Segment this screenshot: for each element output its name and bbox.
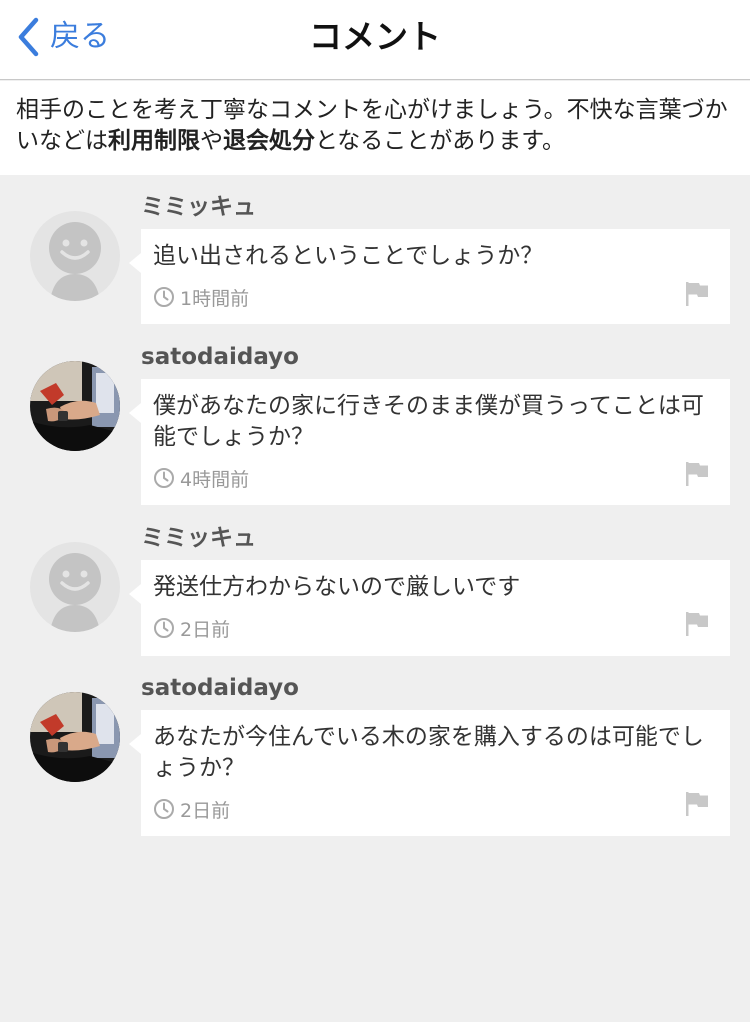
report-flag-button[interactable] (684, 281, 710, 307)
comment-bubble: あなたが今住んでいる木の家を購入するのは可能でしょうか？ 2日前 (129, 710, 730, 836)
clock-icon (154, 799, 174, 819)
comment-text: 追い出されるということでしょうか？ (153, 243, 544, 269)
notice-bold-account-suspension: 退会処分 (223, 128, 315, 154)
default-avatar-face-icon (30, 211, 120, 301)
user-photo-image (30, 361, 120, 451)
comment-text: 僕があなたの家に行きそのまま僕が買うってことは可能でしょうか？ (153, 393, 704, 450)
clock-icon (154, 287, 174, 307)
navigation-bar: 戻る コメント (0, 0, 750, 80)
comment-timestamp: 4時間前 (153, 466, 250, 491)
notice-text-after: となることがあります。 (315, 128, 566, 154)
report-flag-button[interactable] (684, 611, 710, 637)
comment-username[interactable]: ミミッキュ (141, 193, 256, 221)
comment-bubble: 僕があなたの家に行きそのまま僕が買うってことは可能でしょうか？ 4時間前 (129, 379, 730, 505)
etiquette-notice: 相手のことを考え丁寧なコメントを心がけましょう。不快な言葉づかいなどは利用制限や… (0, 81, 750, 175)
flag-icon (686, 792, 708, 816)
comment-timestamp: 2日前 (153, 616, 231, 641)
comment-time-text: 4時間前 (180, 468, 250, 491)
comment-bubble: 追い出されるということでしょうか？ 1時間前 (129, 229, 730, 324)
notice-text-middle: や (200, 128, 223, 154)
flag-icon (686, 612, 708, 636)
comment-timestamp: 1時間前 (153, 285, 250, 310)
photo-avatar[interactable] (30, 361, 120, 451)
default-avatar[interactable] (30, 211, 120, 301)
comment-time-text: 2日前 (180, 618, 231, 641)
comment-text: 発送仕方わからないので厳しいです (153, 574, 521, 600)
clock-icon (154, 468, 174, 488)
report-flag-button[interactable] (684, 461, 710, 487)
comment-text: あなたが今住んでいる木の家を購入するのは可能でしょうか？ (153, 724, 704, 781)
comment-bubble: 発送仕方わからないので厳しいです 2日前 (129, 560, 730, 656)
page-title: コメント (309, 17, 441, 56)
default-avatar-face-icon (30, 542, 120, 632)
flag-icon (686, 462, 708, 486)
comment-username[interactable]: satodaidayo (141, 343, 299, 371)
comment-username[interactable]: ミミッキュ (141, 524, 256, 552)
comment-timestamp: 2日前 (153, 797, 231, 822)
comment-username[interactable]: satodaidayo (141, 674, 299, 702)
default-avatar[interactable] (30, 542, 120, 632)
user-photo-image (30, 692, 120, 782)
notice-bold-usage-restriction: 利用制限 (108, 128, 200, 154)
comment-time-text: 2日前 (180, 799, 231, 822)
photo-avatar[interactable] (30, 692, 120, 782)
report-flag-button[interactable] (684, 791, 710, 817)
comment-time-text: 1時間前 (180, 287, 250, 310)
flag-icon (686, 282, 708, 306)
clock-icon (154, 618, 174, 638)
